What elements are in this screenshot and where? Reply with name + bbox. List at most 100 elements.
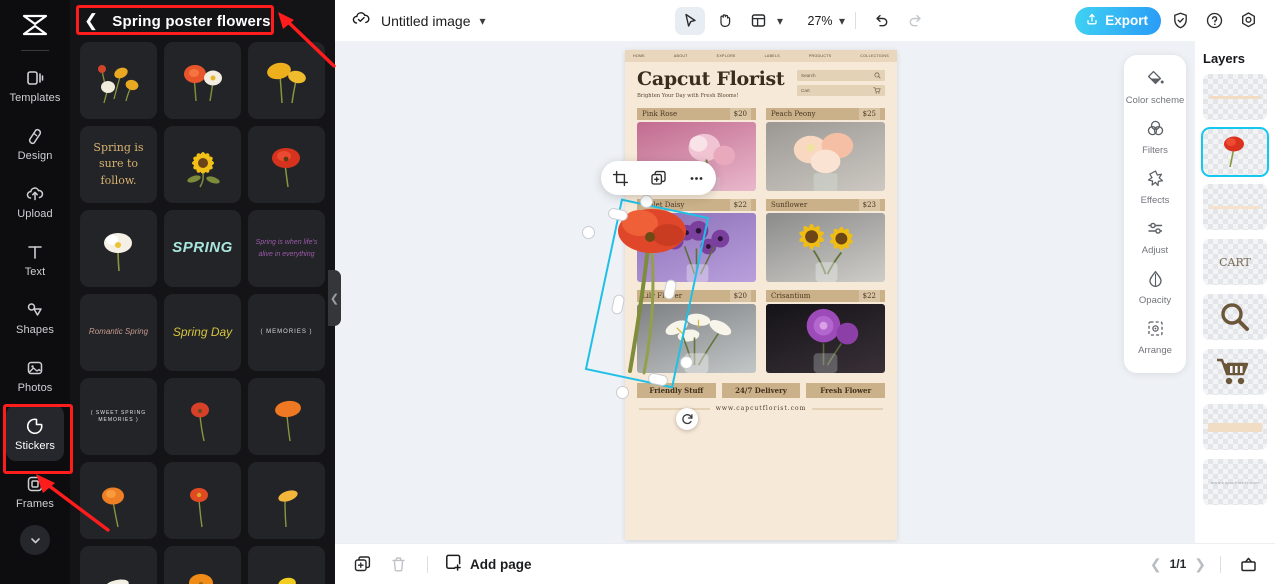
page-indicator: 1/1	[1169, 557, 1187, 571]
sticker-item[interactable]	[164, 42, 241, 119]
duplicate-button[interactable]	[650, 170, 667, 187]
capcut-logo[interactable]	[15, 8, 55, 42]
tool-label: Adjust	[1141, 244, 1169, 256]
sidebar-item-design[interactable]: Design	[6, 115, 64, 171]
export-button[interactable]: Export	[1075, 6, 1161, 35]
tool-label: Arrange	[1138, 344, 1172, 356]
selection-handle-br[interactable]	[680, 356, 693, 369]
sticker-item[interactable]: Romantic Spring	[80, 294, 157, 371]
layer-item-selected[interactable]	[1201, 127, 1269, 177]
sidebar-item-templates[interactable]: Templates	[6, 57, 64, 113]
add-page-button[interactable]: Add page	[444, 553, 532, 575]
product-card[interactable]: Peach Peony $25	[766, 108, 885, 191]
layout-tool-button[interactable]	[743, 7, 773, 35]
settings-icon[interactable]	[1233, 6, 1263, 36]
sidebar-item-text[interactable]: Text	[6, 231, 64, 287]
chevron-down-icon[interactable]	[20, 525, 50, 555]
sticker-item[interactable]	[164, 126, 241, 203]
poster-search-placeholder: Search	[801, 73, 816, 78]
canvas-area[interactable]: HOME ABOUT EXPLORE LABELS PRODUCTS COLLE…	[335, 41, 1275, 543]
sticker-item[interactable]: Spring is when life's alive in everythin…	[248, 210, 325, 287]
sticker-item[interactable]: SPRING	[164, 210, 241, 287]
tool-adjust[interactable]: Adjust	[1124, 213, 1186, 263]
tool-color-scheme[interactable]: Color scheme	[1124, 63, 1186, 113]
selection-handle-tr[interactable]	[640, 195, 653, 208]
crop-button[interactable]	[612, 170, 629, 187]
sidebar-item-frames[interactable]: Frames	[6, 463, 64, 519]
chevron-down-icon[interactable]: ▾	[777, 14, 783, 28]
layer-thumb-line	[1209, 95, 1261, 99]
help-icon[interactable]	[1199, 6, 1229, 36]
product-card[interactable]: Sunflower $23	[766, 199, 885, 282]
add-page-icon	[444, 553, 463, 575]
present-button[interactable]	[1235, 551, 1261, 577]
layer-item[interactable]: www.capcutflorist.com	[1203, 459, 1267, 505]
poster-chip: Fresh Flower	[806, 383, 886, 398]
sidebar-item-upload[interactable]: Upload	[6, 173, 64, 229]
tool-opacity[interactable]: Opacity	[1124, 263, 1186, 313]
product-name: Sunflower	[771, 201, 808, 209]
tool-filters[interactable]: Filters	[1124, 113, 1186, 163]
zoom-level[interactable]: 27%	[805, 14, 835, 28]
layer-item[interactable]	[1203, 74, 1267, 120]
poster-url-row: www.capcutflorist.com	[625, 405, 897, 412]
sticker-item[interactable]	[164, 378, 241, 455]
sticker-item[interactable]: Spring Day	[164, 294, 241, 371]
delete-page-button[interactable]	[385, 551, 411, 577]
toolbar-divider	[855, 12, 857, 29]
product-card[interactable]: Crisantium $22	[766, 290, 885, 373]
panel-collapse-handle[interactable]: ❮	[328, 270, 341, 326]
sticker-text: SPRING	[172, 239, 233, 257]
sticker-grid: Spring is sure to follow. SPRING Spring …	[70, 42, 335, 584]
next-page-button[interactable]: ❯	[1194, 556, 1206, 573]
poster-nav-item: EXPLORE	[716, 54, 736, 58]
hand-tool-button[interactable]	[709, 7, 739, 35]
tool-effects[interactable]: Effects	[1124, 163, 1186, 213]
selection-handle-bl[interactable]	[616, 386, 629, 399]
chevron-down-icon[interactable]: ▾	[839, 14, 845, 28]
sticker-item[interactable]	[164, 546, 241, 584]
layer-item[interactable]	[1203, 184, 1267, 230]
undo-button[interactable]	[866, 7, 896, 35]
redo-button[interactable]	[900, 7, 930, 35]
sticker-item[interactable]: ( MEMORIES )	[248, 294, 325, 371]
sticker-item[interactable]	[80, 546, 157, 584]
prev-page-button[interactable]: ❮	[1150, 556, 1162, 573]
chevron-down-icon[interactable]: ▾	[480, 14, 486, 28]
sticker-item[interactable]	[80, 210, 157, 287]
sticker-item[interactable]	[248, 546, 325, 584]
sticker-item[interactable]	[248, 378, 325, 455]
layer-item[interactable]	[1203, 294, 1267, 340]
sidebar-item-stickers[interactable]: Stickers	[6, 405, 64, 461]
sticker-item[interactable]	[248, 42, 325, 119]
product-name: Crisantium	[771, 292, 811, 300]
element-tools-panel: Color scheme Filters Effects Adjust Opac…	[1124, 55, 1186, 373]
layer-thumb-text: CART	[1219, 255, 1251, 269]
layer-item[interactable]: CART	[1203, 239, 1267, 285]
sticker-item[interactable]	[164, 462, 241, 539]
layer-item[interactable]	[1203, 349, 1267, 395]
rotate-handle[interactable]	[676, 408, 698, 430]
sidebar-item-photos[interactable]: Photos	[6, 347, 64, 403]
sticker-item[interactable]	[80, 42, 157, 119]
sidebar-item-shapes[interactable]: Shapes	[6, 289, 64, 345]
sticker-item[interactable]	[248, 462, 325, 539]
frames-icon	[25, 473, 45, 495]
more-dots-icon[interactable]	[688, 170, 705, 187]
duplicate-page-button[interactable]	[349, 551, 375, 577]
page-actions: Add page	[335, 551, 532, 577]
selection-box[interactable]	[582, 195, 720, 399]
chevron-left-icon[interactable]: ❮	[80, 11, 102, 31]
select-tool-button[interactable]	[675, 6, 705, 35]
tool-arrange[interactable]: Arrange	[1124, 313, 1186, 363]
selection-handle-tl[interactable]	[582, 226, 595, 239]
sticker-item[interactable]	[80, 462, 157, 539]
shield-icon[interactable]	[1165, 6, 1195, 36]
poster-cart-label: Cart	[801, 88, 810, 93]
sticker-item[interactable]	[248, 126, 325, 203]
poster-search-field: Search	[797, 70, 885, 81]
layer-item[interactable]	[1203, 404, 1267, 450]
sticker-item[interactable]: ( SWEET SPRING MEMORIES )	[80, 378, 157, 455]
document-title[interactable]: Untitled image	[381, 13, 471, 29]
sticker-item[interactable]: Spring is sure to follow.	[80, 126, 157, 203]
